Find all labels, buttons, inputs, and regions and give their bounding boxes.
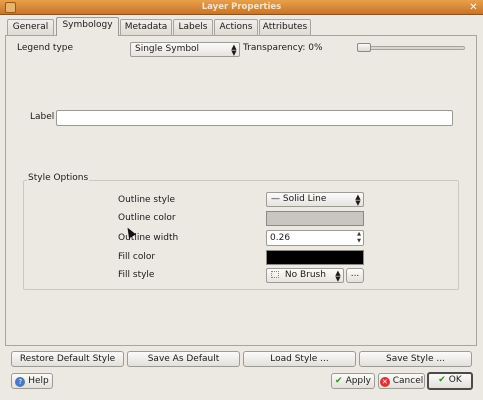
help-icon: ? — [15, 377, 26, 387]
help-label: Help — [28, 376, 49, 386]
restore-default-style-button[interactable]: Restore Default Style — [11, 351, 124, 367]
cancel-button[interactable]: ✕ Cancel — [378, 373, 425, 389]
updown-arrows-icon: ▲ ▼ — [335, 269, 341, 283]
label-field-label: Label — [30, 112, 55, 122]
tab-symbology[interactable]: Symbology — [56, 17, 119, 36]
no-brush-icon — [271, 271, 279, 278]
fill-color-label: Fill color — [118, 252, 156, 262]
transparency-label: Transparency: 0% — [243, 43, 323, 53]
legend-type-select[interactable]: Single Symbol ▲ ▼ — [130, 42, 240, 57]
fill-style-value: No Brush — [284, 270, 326, 280]
outline-style-select[interactable]: — Solid Line ▲ ▼ — [266, 192, 364, 207]
fill-color-button[interactable] — [266, 250, 364, 265]
spin-arrows-icon[interactable]: ▲ ▼ — [355, 231, 363, 245]
save-style-button[interactable]: Save Style ... — [359, 351, 472, 367]
tab-attributes[interactable]: Attributes — [259, 19, 311, 35]
apply-label: Apply — [345, 376, 371, 386]
cancel-label: Cancel — [392, 376, 424, 386]
title-bar: Layer Properties ✕ — [0, 0, 483, 15]
updown-arrows-icon: ▲ ▼ — [231, 43, 237, 57]
load-style-button[interactable]: Load Style ... — [243, 351, 356, 367]
check-icon: ✔ — [438, 375, 446, 385]
outline-width-value: 0.26 — [270, 233, 291, 243]
legend-type-label: Legend type — [17, 43, 74, 53]
apply-button[interactable]: ✔ Apply — [331, 373, 375, 389]
help-button[interactable]: ? Help — [11, 373, 53, 389]
tab-metadata[interactable]: Metadata — [120, 19, 172, 35]
solid-line-icon: — — [271, 194, 280, 204]
ok-button[interactable]: ✔ OK — [427, 372, 473, 390]
check-icon: ✔ — [335, 376, 343, 386]
updown-arrows-icon: ▲ ▼ — [355, 193, 361, 207]
style-options-group — [23, 180, 459, 290]
save-as-default-button[interactable]: Save As Default — [127, 351, 240, 367]
fill-style-label: Fill style — [118, 270, 155, 280]
close-icon[interactable]: ✕ — [468, 2, 479, 13]
fill-style-select[interactable]: No Brush ▲ ▼ — [266, 268, 344, 283]
tab-actions[interactable]: Actions — [214, 19, 258, 35]
legend-type-value: Single Symbol — [135, 44, 200, 54]
outline-color-button[interactable] — [266, 211, 364, 226]
tab-labels[interactable]: Labels — [173, 19, 213, 35]
fill-style-more-button[interactable]: ... — [346, 268, 364, 283]
ok-label: OK — [448, 375, 462, 385]
transparency-slider-handle[interactable] — [357, 43, 371, 52]
outline-style-value: Solid Line — [282, 194, 327, 204]
tab-general[interactable]: General — [7, 19, 54, 35]
outline-color-label: Outline color — [118, 213, 176, 223]
cancel-icon: ✕ — [379, 377, 390, 387]
transparency-slider-track[interactable] — [357, 46, 465, 50]
outline-style-label: Outline style — [118, 195, 176, 205]
window-title: Layer Properties — [201, 2, 282, 12]
style-options-title: Style Options — [27, 173, 90, 183]
label-field-input[interactable] — [56, 110, 453, 126]
outline-width-spinbox[interactable]: 0.26 ▲ ▼ — [266, 230, 364, 246]
